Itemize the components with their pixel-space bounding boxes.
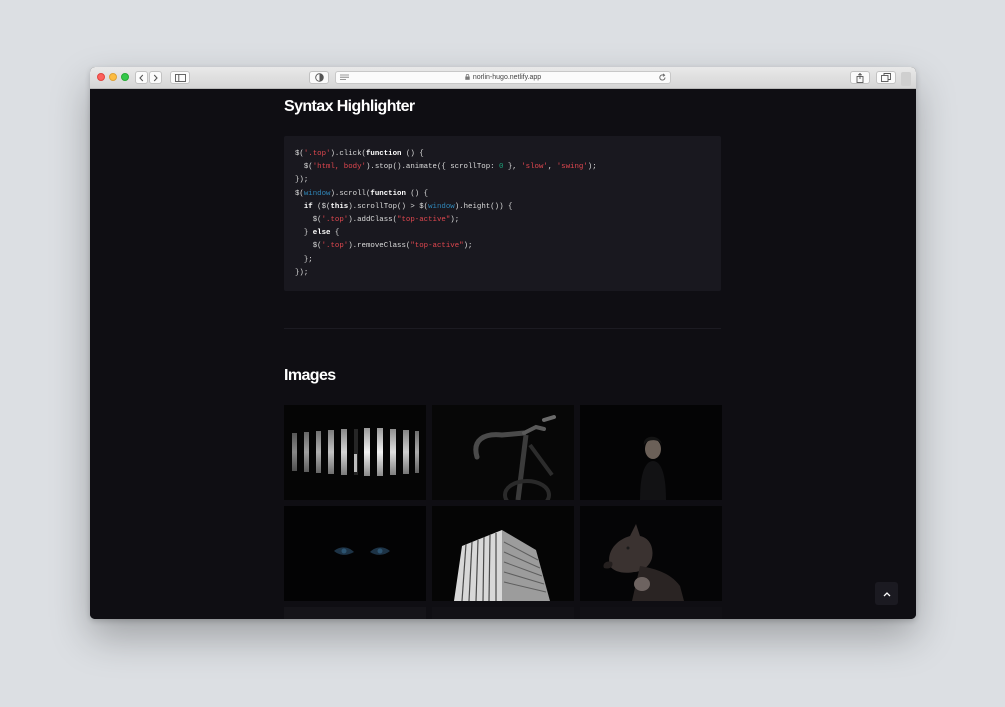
gallery-image-white-building[interactable] [432, 506, 574, 601]
chevron-up-icon [883, 591, 890, 596]
images-heading: Images [284, 367, 336, 384]
close-window-button[interactable] [97, 73, 105, 81]
gallery-image-bicycle-handlebars[interactable] [432, 405, 574, 500]
back-button[interactable] [135, 71, 148, 84]
gallery-image-eyes-in-dark[interactable] [284, 506, 426, 601]
forward-button[interactable] [149, 71, 162, 84]
syntax-highlighter-heading: Syntax Highlighter [284, 98, 415, 115]
scroll-to-top-button[interactable] [875, 582, 898, 605]
gallery-image-row3-a[interactable] [284, 607, 426, 619]
gallery-image-dog-portrait[interactable] [580, 506, 722, 601]
tabs-icon [881, 73, 891, 82]
share-button[interactable] [850, 71, 870, 84]
code-text: $('.top').click(function () { $('html, b… [295, 150, 597, 277]
sidebar-icon [174, 73, 186, 82]
forward-icon [153, 74, 158, 81]
new-tab-button[interactable] [901, 72, 911, 86]
code-block: $('.top').click(function () { $('html, b… [284, 136, 721, 291]
section-divider [284, 328, 721, 329]
image-gallery [284, 405, 722, 619]
gallery-image-portrait-in-dark[interactable] [580, 405, 722, 500]
gallery-image-row3-b[interactable] [432, 607, 574, 619]
shield-icon [314, 73, 324, 82]
browser-window: norlin-hugo.netlify.app Syntax Highlight… [90, 67, 916, 619]
url-label: norlin-hugo.netlify.app [472, 74, 542, 81]
gallery-image-striped-light-bars[interactable] [284, 405, 426, 500]
minimize-window-button[interactable] [109, 73, 117, 81]
sidebar-button[interactable] [170, 71, 190, 84]
tabs-button[interactable] [876, 71, 896, 84]
lock-icon [465, 74, 470, 80]
browser-toolbar: norlin-hugo.netlify.app [90, 67, 916, 89]
address-bar[interactable]: norlin-hugo.netlify.app [335, 71, 671, 84]
maximize-window-button[interactable] [121, 73, 129, 81]
share-icon [856, 72, 864, 83]
back-icon [139, 74, 144, 81]
gallery-image-row3-c[interactable] [580, 607, 722, 619]
page-content: Syntax Highlighter $('.top').click(funct… [90, 89, 916, 619]
privacy-button[interactable] [309, 71, 329, 84]
reload-icon[interactable] [658, 73, 667, 82]
url-text: norlin-hugo.netlify.app [336, 72, 670, 83]
